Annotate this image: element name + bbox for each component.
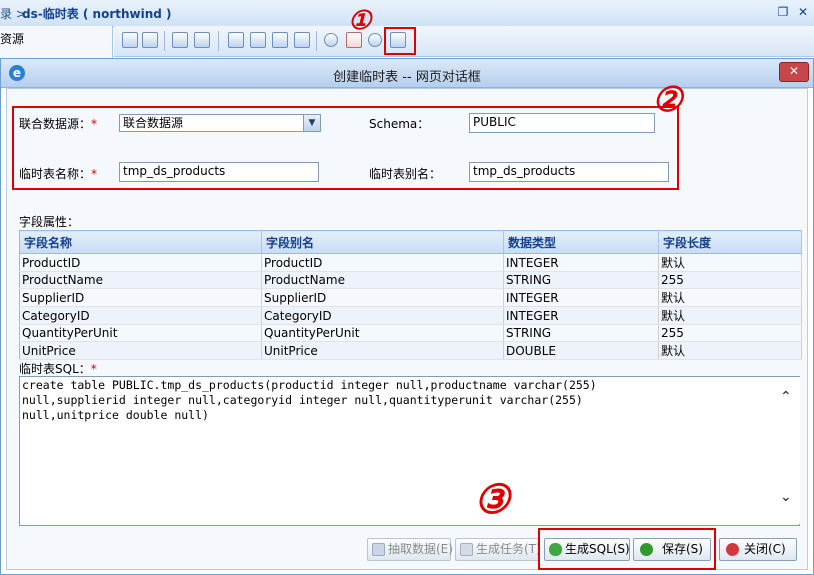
clear-icon[interactable] bbox=[194, 32, 210, 48]
fields-label: 字段属性： bbox=[19, 215, 80, 229]
sql-label: 临时表SQL：* bbox=[19, 362, 97, 376]
table-row[interactable]: SupplierID SupplierID INTEGER 默认 bbox=[19, 288, 802, 307]
field-length-cell[interactable]: 默认 bbox=[658, 253, 802, 272]
scroll-up-icon[interactable]: ⌃ bbox=[780, 389, 792, 405]
annotation-2: ② bbox=[652, 80, 683, 120]
extract-data-label: 抽取数据(E) bbox=[388, 542, 453, 556]
copy-icon[interactable] bbox=[172, 32, 188, 48]
field-alias-cell[interactable]: ProductName bbox=[261, 271, 504, 289]
search-icon[interactable] bbox=[324, 33, 338, 47]
generate-task-button[interactable]: 生成任务(T) bbox=[455, 538, 541, 561]
field-alias-cell[interactable]: SupplierID bbox=[261, 288, 504, 307]
field-name-cell[interactable]: SupplierID bbox=[19, 288, 262, 307]
table-row[interactable]: QuantityPerUnit QuantityPerUnit STRING 2… bbox=[19, 324, 802, 342]
field-name-cell[interactable]: UnitPrice bbox=[19, 341, 262, 360]
toolbar bbox=[114, 26, 814, 57]
annotation-box-3 bbox=[538, 528, 716, 570]
data-type-cell[interactable]: STRING bbox=[503, 271, 659, 289]
annotation-box-form bbox=[12, 106, 679, 190]
table-row[interactable]: ProductName ProductName STRING 255 bbox=[19, 271, 802, 289]
column-header[interactable]: 数据类型 bbox=[503, 230, 659, 254]
help-icon[interactable] bbox=[250, 32, 266, 48]
task-icon bbox=[460, 543, 473, 556]
field-alias-cell[interactable]: CategoryID bbox=[261, 306, 504, 325]
field-length-cell[interactable]: 默认 bbox=[658, 341, 802, 360]
table-row[interactable]: UnitPrice UnitPrice DOUBLE 默认 bbox=[19, 341, 802, 360]
column-header[interactable]: 字段长度 bbox=[658, 230, 802, 254]
column-header[interactable]: 字段别名 bbox=[261, 230, 504, 254]
data-type-cell[interactable]: STRING bbox=[503, 324, 659, 342]
toolbar-divider bbox=[164, 31, 165, 51]
field-alias-cell[interactable]: QuantityPerUnit bbox=[261, 324, 504, 342]
field-length-cell[interactable]: 默认 bbox=[658, 288, 802, 307]
table-header-row: 字段名称 字段别名 数据类型 字段长度 bbox=[19, 230, 802, 254]
resource-item[interactable]: 资源 bbox=[0, 30, 24, 47]
app-title-bar: 录 > ds-临时表 ( northwind ) ❐ ✕ bbox=[0, 0, 814, 27]
data-type-cell[interactable]: INTEGER bbox=[503, 288, 659, 307]
sql-textarea[interactable]: create table PUBLIC.tmp_ds_products(prod… bbox=[19, 376, 800, 526]
dialog-title: 创建临时表 -- 网页对话框 bbox=[333, 70, 481, 85]
close-circle-icon bbox=[726, 543, 739, 556]
restore-icon[interactable]: ❐ bbox=[776, 5, 790, 19]
toolbar-divider bbox=[218, 31, 219, 51]
settings-icon[interactable] bbox=[294, 32, 310, 48]
toolbar-divider bbox=[316, 31, 317, 51]
close-button[interactable]: 关闭(C) bbox=[719, 538, 797, 561]
field-length-cell[interactable]: 默认 bbox=[658, 306, 802, 325]
table-row[interactable]: CategoryID CategoryID INTEGER 默认 bbox=[19, 306, 802, 325]
table-icon[interactable] bbox=[228, 32, 244, 48]
field-name-cell[interactable]: CategoryID bbox=[19, 306, 262, 325]
dialog-title-bar: e 创建临时表 -- 网页对话框 ✕ bbox=[1, 59, 813, 88]
field-alias-cell[interactable]: UnitPrice bbox=[261, 341, 504, 360]
field-name-cell[interactable]: ProductID bbox=[19, 253, 262, 272]
field-name-cell[interactable]: QuantityPerUnit bbox=[19, 324, 262, 342]
column-header[interactable]: 字段名称 bbox=[19, 230, 262, 254]
scroll-down-icon[interactable]: ⌄ bbox=[780, 489, 792, 505]
save-icon[interactable] bbox=[122, 32, 138, 48]
field-length-cell[interactable]: 255 bbox=[658, 324, 802, 342]
extract-icon bbox=[372, 543, 385, 556]
close-icon[interactable]: ✕ bbox=[796, 5, 810, 19]
annotation-1: ① bbox=[348, 6, 372, 36]
dialog-close-button[interactable]: ✕ bbox=[779, 62, 809, 82]
refresh-icon[interactable] bbox=[272, 32, 288, 48]
field-alias-cell[interactable]: ProductID bbox=[261, 253, 504, 272]
close-label: 关闭(C) bbox=[744, 542, 786, 556]
data-type-cell[interactable]: INTEGER bbox=[503, 306, 659, 325]
data-type-cell[interactable]: INTEGER bbox=[503, 253, 659, 272]
extract-data-button[interactable]: 抽取数据(E) bbox=[367, 538, 453, 561]
annotation-box-1 bbox=[384, 27, 416, 55]
field-length-cell[interactable]: 255 bbox=[658, 271, 802, 289]
save-as-icon[interactable] bbox=[142, 32, 158, 48]
field-name-cell[interactable]: ProductName bbox=[19, 271, 262, 289]
table-row[interactable]: ProductID ProductID INTEGER 默认 bbox=[19, 253, 802, 272]
page-title: ds-临时表 ( northwind ) bbox=[22, 7, 172, 21]
annotation-3: ③ bbox=[474, 476, 510, 523]
field-table: 字段名称 字段别名 数据类型 字段长度 ProductID ProductID … bbox=[19, 230, 802, 360]
sql-scrollbar[interactable]: ⌃ ⌄ bbox=[776, 377, 800, 524]
data-type-cell[interactable]: DOUBLE bbox=[503, 341, 659, 360]
generate-task-label: 生成任务(T) bbox=[476, 542, 541, 556]
